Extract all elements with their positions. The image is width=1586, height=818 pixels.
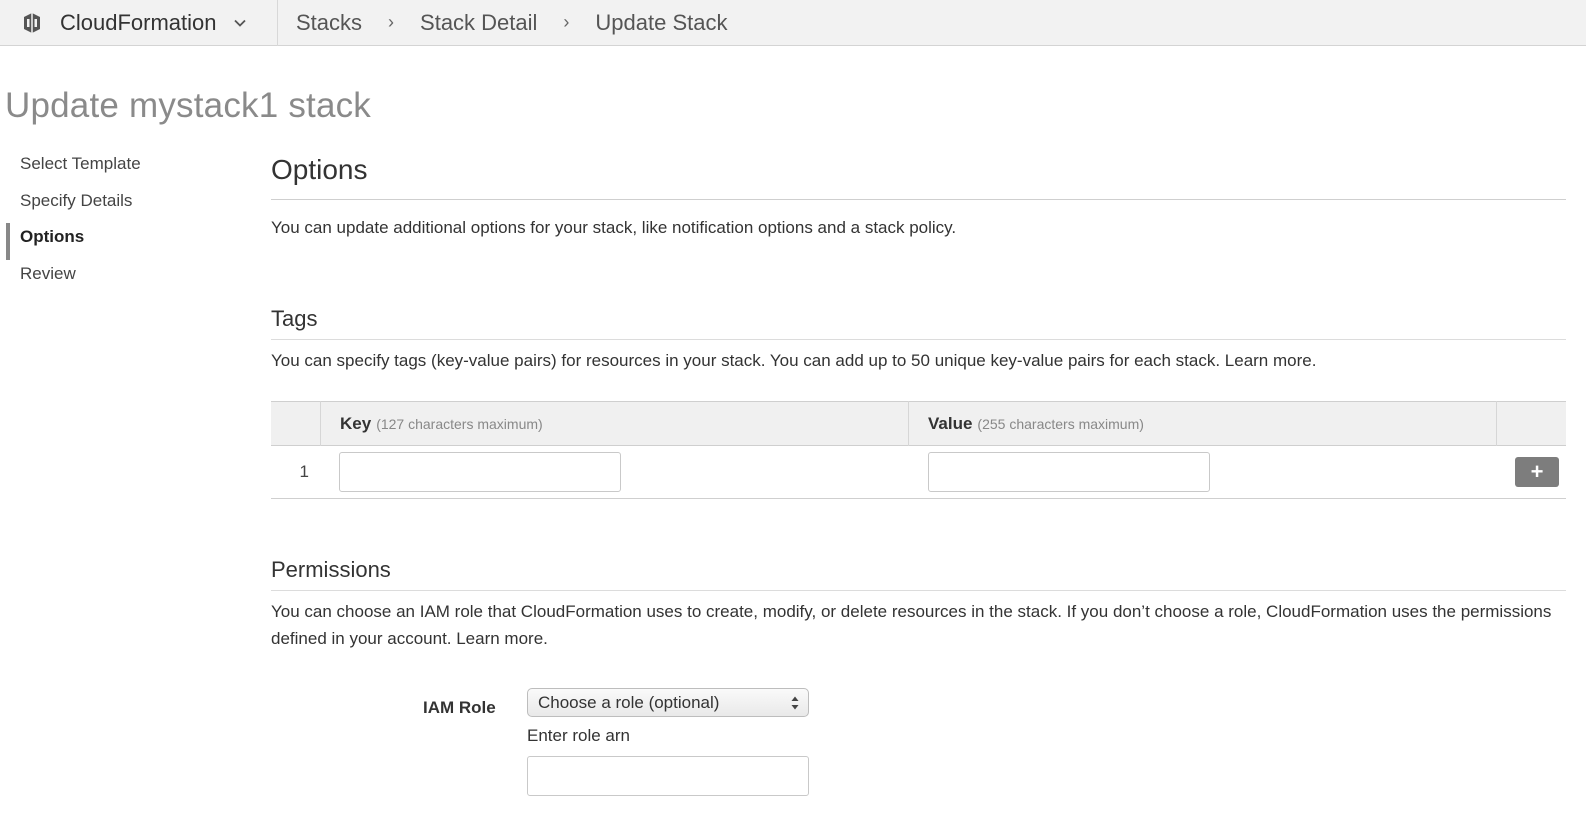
service-menu[interactable]: CloudFormation — [0, 0, 278, 46]
iam-role-label: IAM Role — [423, 698, 496, 717]
breadcrumb-stack-detail[interactable]: Stack Detail — [420, 10, 537, 36]
select-arrows-icon — [791, 696, 799, 710]
wizard-step-review[interactable]: Review — [6, 260, 226, 297]
permissions-heading: Permissions — [271, 557, 1566, 591]
breadcrumb-separator: › — [563, 12, 570, 32]
value-cell — [909, 452, 1497, 492]
breadcrumb-update-stack: Update Stack — [595, 9, 728, 35]
tags-heading: Tags — [271, 306, 1566, 340]
options-heading: Options — [271, 150, 1566, 200]
role-arn-label: Enter role arn — [527, 726, 630, 745]
tag-key-input[interactable] — [339, 452, 621, 492]
permissions-description: You can choose an IAM role that CloudFor… — [271, 602, 1552, 648]
index-column-header — [271, 401, 321, 446]
tags-description: You can specify tags (key-value pairs) f… — [271, 351, 1317, 370]
key-column-label: Key — [340, 413, 372, 433]
key-column-header: Key (127 characters maximum) — [321, 401, 909, 446]
wizard-step-specify-details[interactable]: Specify Details — [6, 187, 226, 224]
cloudformation-logo-icon — [24, 12, 40, 33]
wizard-step-options[interactable]: Options — [6, 223, 226, 260]
key-column-hint: (127 characters maximum) — [376, 415, 543, 432]
role-arn-input[interactable] — [527, 756, 809, 796]
iam-role-select[interactable]: Choose a role (optional) — [527, 688, 809, 717]
breadcrumb: Stacks › Stack Detail › Update Stack — [278, 0, 728, 46]
main-content: Options You can update additional option… — [271, 150, 1566, 796]
add-tag-button[interactable]: + — [1515, 457, 1559, 487]
row-index: 1 — [299, 462, 309, 481]
tag-value-input[interactable] — [928, 452, 1210, 492]
add-cell: + — [1497, 457, 1566, 487]
value-column-hint: (255 characters maximum) — [977, 415, 1144, 432]
wizard-step-select-template[interactable]: Select Template — [6, 150, 226, 187]
page-title: Update mystack1 stack — [5, 86, 372, 125]
tags-table-header: Key (127 characters maximum) Value (255 … — [271, 401, 1566, 446]
wizard-steps: Select Template Specify Details Options … — [6, 150, 226, 296]
tags-table: Key (127 characters maximum) Value (255 … — [271, 401, 1566, 499]
key-cell — [321, 452, 909, 492]
top-navigation-bar: CloudFormation Stacks › Stack Detail › U… — [0, 0, 1586, 46]
options-description: You can update additional options for yo… — [271, 218, 957, 237]
iam-role-select-value: Choose a role (optional) — [538, 692, 720, 712]
service-name: CloudFormation — [60, 9, 217, 35]
table-row: 1 + — [271, 446, 1566, 499]
value-column-header: Value (255 characters maximum) — [909, 401, 1497, 446]
chevron-down-icon[interactable] — [233, 16, 247, 30]
breadcrumb-stacks[interactable]: Stacks — [296, 10, 362, 36]
value-column-label: Value — [928, 413, 973, 433]
breadcrumb-separator: › — [388, 12, 395, 32]
